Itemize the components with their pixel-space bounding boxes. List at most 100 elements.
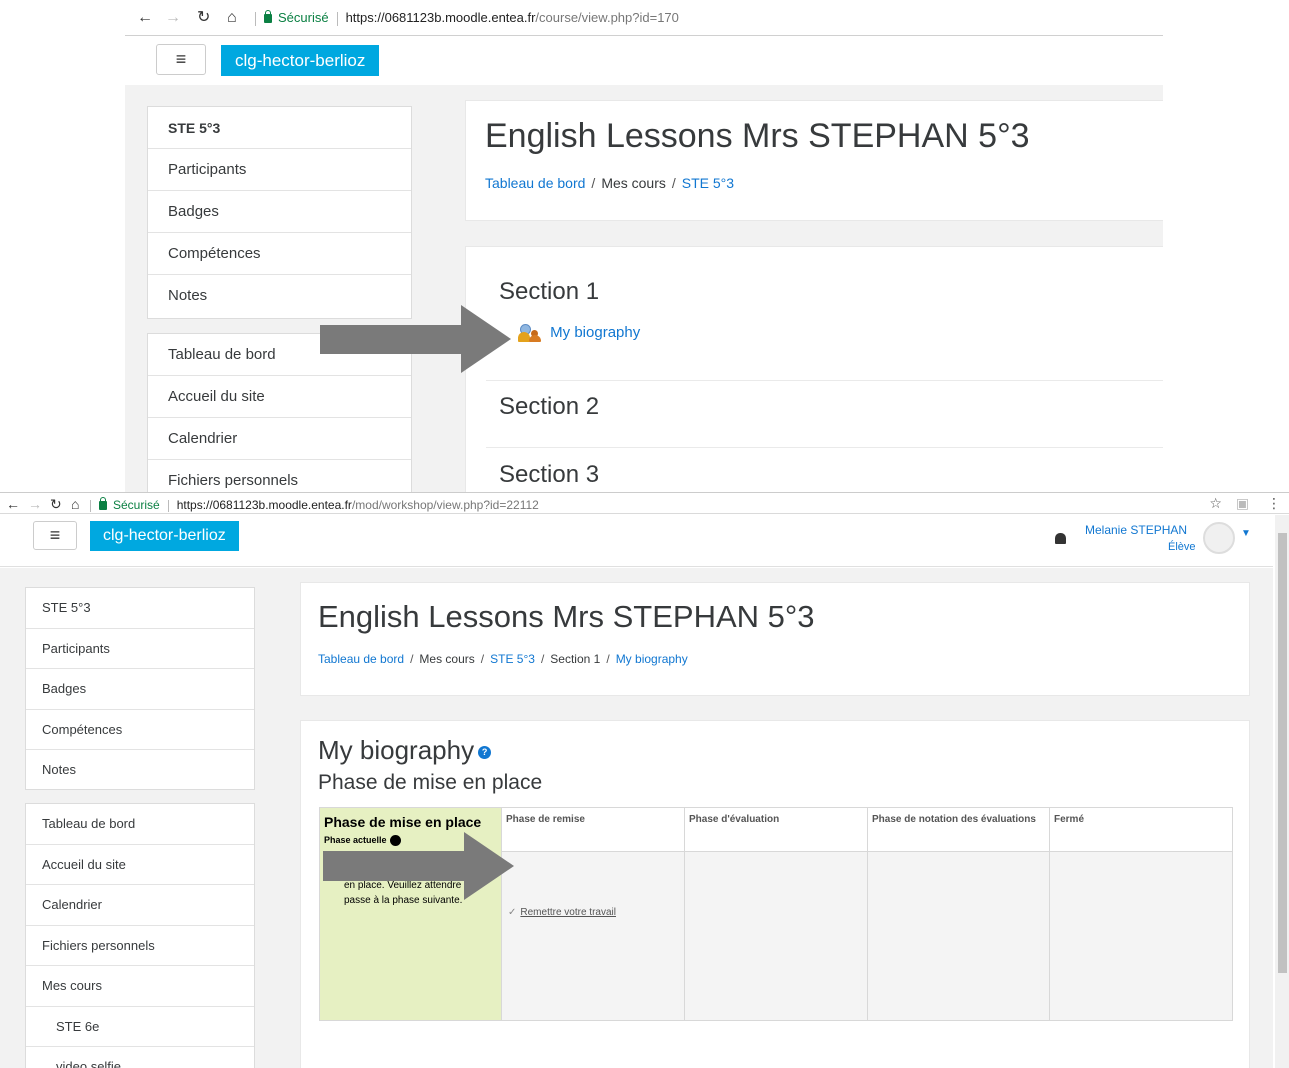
site-brand-link[interactable]: clg-hector-berlioz bbox=[221, 45, 380, 76]
nav-item-calendar[interactable]: Calendrier bbox=[26, 885, 254, 926]
browser-actions: ☆ ▣ ⋮ bbox=[1209, 495, 1281, 512]
phase-label: Fermé bbox=[1054, 814, 1085, 825]
help-icon[interactable]: ? bbox=[478, 745, 492, 759]
nav-item-video-selfie[interactable]: video selfie bbox=[26, 1047, 254, 1068]
breadcrumb-dashboard[interactable]: Tableau de bord bbox=[318, 652, 404, 666]
home-icon[interactable]: ⌂ bbox=[227, 9, 237, 27]
avatar-icon[interactable] bbox=[1203, 522, 1235, 554]
forward-arrow-icon[interactable]: → bbox=[28, 495, 42, 513]
url-path: /course/view.php?id=170 bbox=[535, 10, 679, 25]
breadcrumb-course[interactable]: STE 5°3 bbox=[682, 175, 734, 191]
breadcrumb-separator: / bbox=[591, 175, 596, 191]
activity-link[interactable]: My biography bbox=[550, 324, 640, 341]
nav-item-notes[interactable]: Notes bbox=[26, 750, 254, 791]
breadcrumb: Tableau de bord / Mes cours / STE 5°3 bbox=[485, 175, 734, 191]
breadcrumb-separator: / bbox=[540, 652, 545, 666]
page-header-card: English Lessons Mrs STEPHAN 5°3 Tableau … bbox=[300, 582, 1250, 696]
workshop-icon bbox=[518, 324, 546, 343]
submit-work-link[interactable]: ✓ Remettre votre travail bbox=[508, 907, 616, 918]
phase-evaluation: Phase de notation des évaluations bbox=[868, 808, 1050, 1020]
course-nav-block: STE 5°3 Participants Badges Compétences … bbox=[147, 106, 412, 319]
url-field[interactable]: Sécurisé https://0681123b.moodle.entea.fr… bbox=[90, 497, 539, 513]
page-title: English Lessons Mrs STEPHAN 5°3 bbox=[485, 117, 1030, 155]
menu-icon[interactable]: ⋮ bbox=[1267, 495, 1281, 511]
bell-icon[interactable] bbox=[1055, 533, 1066, 544]
chevron-down-icon[interactable]: ▼ bbox=[1241, 528, 1251, 539]
page-title: English Lessons Mrs STEPHAN 5°3 bbox=[318, 599, 815, 634]
user-role: Élève bbox=[1168, 541, 1196, 553]
phase-assessment: Phase d'évaluation bbox=[685, 808, 868, 1020]
hamburger-icon: ≡ bbox=[49, 525, 61, 545]
phase-submission: Phase de remise ✓ Remettre votre travail bbox=[502, 808, 685, 1020]
page-header-card: English Lessons Mrs STEPHAN 5°3 Tableau … bbox=[465, 100, 1163, 221]
url-path: /mod/workshop/view.php?id=22112 bbox=[351, 498, 539, 512]
page-scrollbar[interactable] bbox=[1275, 515, 1289, 1068]
phase-tasks bbox=[1050, 852, 1232, 1020]
nav-item-badges[interactable]: Badges bbox=[148, 191, 411, 233]
browser-address-bar: ← → ↻ ⌂ Sécurisé https://0681123b.moodle.… bbox=[0, 492, 1289, 514]
nav-item-ste-6e[interactable]: STE 6e bbox=[26, 1007, 254, 1047]
nav-item-competences[interactable]: Compétences bbox=[26, 710, 254, 750]
workshop-title-text: My biography bbox=[318, 735, 475, 765]
section-3-title: Section 3 bbox=[499, 461, 600, 488]
phase-label: Phase de mise en place bbox=[324, 814, 482, 830]
lock-icon bbox=[264, 10, 272, 23]
nav-item-course[interactable]: STE 5°3 bbox=[26, 588, 254, 629]
hamburger-button[interactable]: ≡ bbox=[156, 44, 206, 75]
home-icon[interactable]: ⌂ bbox=[71, 495, 79, 513]
phase-tasks bbox=[868, 852, 1049, 1020]
section-divider bbox=[486, 447, 1163, 448]
course-content-card: Section 1 My biography Section 2 Section… bbox=[465, 246, 1163, 492]
breadcrumb-separator: / bbox=[410, 652, 414, 666]
reload-icon[interactable]: ↻ bbox=[50, 495, 62, 513]
submit-work-label[interactable]: Remettre votre travail bbox=[520, 907, 616, 918]
workshop-page-screenshot: ← → ↻ ⌂ Sécurisé https://0681123b.moodle.… bbox=[0, 492, 1289, 1068]
nav-item-private-files[interactable]: Fichiers personnels bbox=[26, 926, 254, 966]
url-field[interactable]: Sécurisé https://0681123b.moodle.entea.fr… bbox=[255, 10, 679, 26]
course-nav-block: STE 5°3 Participants Badges Compétences … bbox=[25, 587, 255, 790]
breadcrumb-separator: / bbox=[606, 652, 610, 666]
site-brand-link[interactable]: clg-hector-berlioz bbox=[90, 521, 239, 551]
star-icon[interactable]: ☆ bbox=[1209, 495, 1222, 511]
phase-closed: Fermé bbox=[1050, 808, 1232, 1020]
nav-item-course[interactable]: STE 5°3 bbox=[148, 107, 411, 149]
breadcrumb-activity[interactable]: My biography bbox=[616, 652, 688, 666]
back-arrow-icon[interactable]: ← bbox=[137, 9, 153, 27]
nav-item-private-files[interactable]: Fichiers personnels bbox=[148, 460, 411, 492]
section-divider bbox=[486, 380, 1163, 381]
scrollbar-thumb[interactable] bbox=[1278, 533, 1287, 973]
lock-icon bbox=[99, 497, 107, 510]
nav-item-badges[interactable]: Badges bbox=[26, 669, 254, 710]
activity-my-biography[interactable]: My biography bbox=[518, 324, 640, 343]
site-navbar: ≡ clg-hector-berlioz Melanie STEPHAN Élè… bbox=[0, 515, 1273, 567]
user-name[interactable]: Melanie STEPHAN bbox=[1085, 523, 1187, 537]
nav-item-site-home[interactable]: Accueil du site bbox=[26, 845, 254, 885]
breadcrumb-dashboard[interactable]: Tableau de bord bbox=[485, 175, 585, 191]
phase-label: Phase de remise bbox=[506, 814, 585, 825]
breadcrumb-section[interactable]: Section 1 bbox=[550, 652, 600, 666]
nav-item-participants[interactable]: Participants bbox=[26, 629, 254, 669]
nav-item-participants[interactable]: Participants bbox=[148, 149, 411, 191]
secure-label: Sécurisé bbox=[278, 10, 329, 25]
nav-item-dashboard[interactable]: Tableau de bord bbox=[26, 804, 254, 845]
nav-item-my-courses[interactable]: Mes cours bbox=[26, 966, 254, 1007]
secure-label: Sécurisé bbox=[113, 498, 160, 512]
section-1-title: Section 1 bbox=[499, 278, 600, 305]
reload-icon[interactable]: ↻ bbox=[197, 9, 210, 27]
section-2-title: Section 2 bbox=[499, 393, 600, 420]
phase-label: Phase d'évaluation bbox=[689, 814, 780, 825]
forward-arrow-icon[interactable]: → bbox=[165, 9, 181, 27]
extension-icon[interactable]: ▣ bbox=[1236, 495, 1249, 511]
current-phase-heading: Phase de mise en place bbox=[318, 771, 543, 794]
site-nav-block: Tableau de bord Accueil du site Calendri… bbox=[25, 803, 255, 1068]
phase-tasks bbox=[685, 852, 867, 1020]
back-arrow-icon[interactable]: ← bbox=[6, 495, 20, 513]
annotation-arrow-icon bbox=[320, 305, 511, 373]
breadcrumb-my-courses[interactable]: Mes cours bbox=[601, 175, 666, 191]
breadcrumb-course[interactable]: STE 5°3 bbox=[490, 652, 535, 666]
nav-item-calendar[interactable]: Calendrier bbox=[148, 418, 411, 460]
hamburger-button[interactable]: ≡ bbox=[33, 521, 77, 550]
breadcrumb-my-courses[interactable]: Mes cours bbox=[419, 652, 474, 666]
nav-item-site-home[interactable]: Accueil du site bbox=[148, 376, 411, 418]
nav-item-competences[interactable]: Compétences bbox=[148, 233, 411, 275]
